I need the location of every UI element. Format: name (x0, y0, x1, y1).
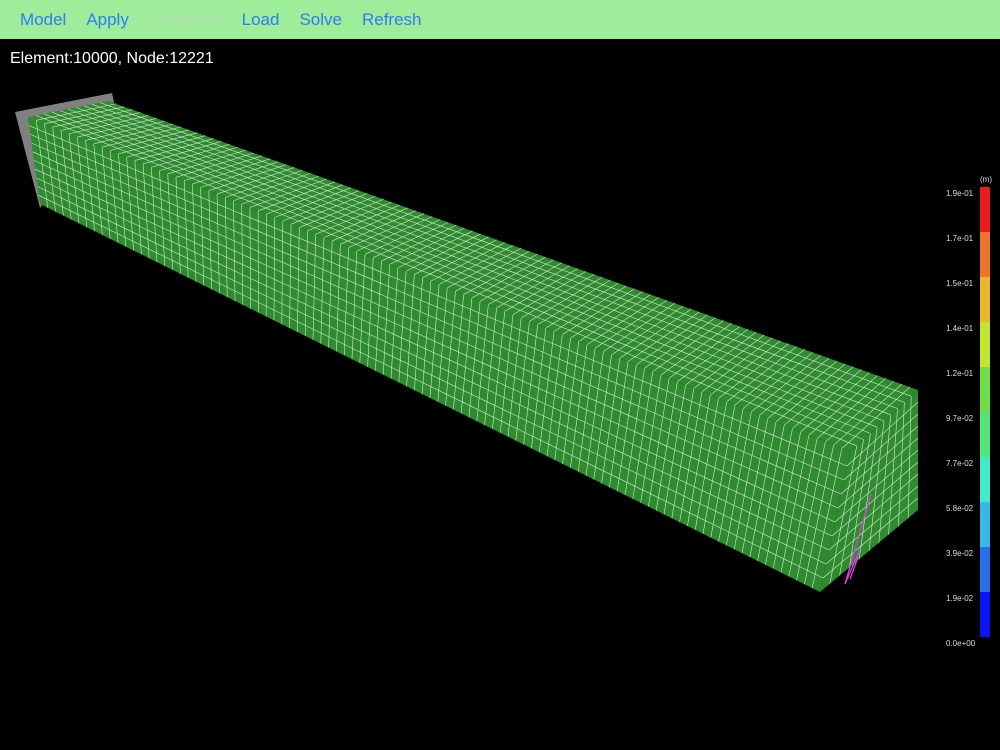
legend-label: 1.9e-02 (946, 594, 974, 603)
3d-viewport[interactable] (0, 39, 1000, 750)
mesh-line (30, 134, 845, 481)
apply-button[interactable]: Apply (86, 10, 129, 30)
legend-band (980, 547, 990, 592)
model-info: Element:10000, Node:12221 (10, 50, 214, 67)
legend-band (980, 322, 990, 367)
legend-band (980, 412, 990, 457)
legend-label: 5.8e-02 (946, 504, 974, 513)
refresh-button[interactable]: Refresh (362, 10, 422, 30)
legend-band (980, 232, 990, 277)
legend-label: 1.7e-01 (946, 234, 974, 243)
legend-band (980, 277, 990, 322)
legend-band (980, 457, 990, 502)
model-button[interactable]: Model (20, 10, 66, 30)
toolbar: Model Apply Constrain Load Solve Refresh (0, 0, 1000, 39)
color-legend: (m) 1.9e-01 1.7e-01 1.5e-01 1.4e-01 1.2e-01 9… (940, 175, 1000, 655)
solve-button[interactable]: Solve (299, 10, 342, 30)
mesh-line (31, 142, 842, 495)
legend-band (980, 502, 990, 547)
legend-label: 9.7e-02 (946, 414, 974, 423)
legend-label: 1.4e-01 (946, 324, 974, 333)
legend-label: 0.0e+00 (946, 639, 976, 648)
legend-label: 7.7e-02 (946, 459, 974, 468)
beam-mesh (28, 101, 919, 592)
legend-label: 1.2e-01 (946, 369, 974, 378)
legend-band (980, 187, 990, 232)
legend-label: 1.9e-01 (946, 189, 974, 198)
legend-band (980, 367, 990, 412)
legend-label: 3.9e-02 (946, 549, 974, 558)
mesh-line (29, 125, 848, 467)
load-button[interactable]: Load (242, 10, 280, 30)
constrain-button: Constrain (148, 9, 222, 29)
legend-band (980, 592, 990, 637)
legend-unit: (m) (980, 175, 992, 184)
legend-label: 1.5e-01 (946, 279, 974, 288)
